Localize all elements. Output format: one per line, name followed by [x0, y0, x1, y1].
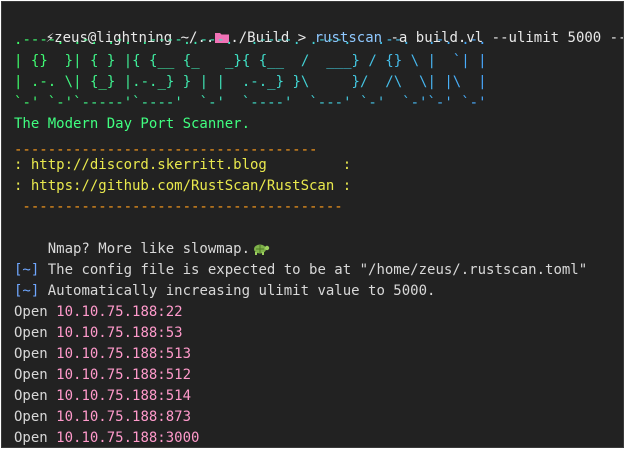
tagline: The Modern Day Port Scanner. [14, 116, 251, 132]
banner-line-2: | {} }| { } |{ {__ {_ _}{ {__ / ___} / {… [14, 53, 487, 69]
open-port-line: Open 10.10.75.188:512 [14, 365, 191, 386]
open-label: Open [14, 346, 57, 362]
open-port-line: Open 10.10.75.188:514 [14, 386, 191, 407]
open-label: Open [14, 430, 57, 446]
terminal-window[interactable]: ⚡zeus@lightning ~/.. ./Build > rustscan -… [1, 1, 624, 448]
open-label: Open [14, 409, 57, 425]
open-port-address: 10.10.75.188:512 [56, 367, 192, 383]
open-port-address: 10.10.75.188:22 [56, 304, 183, 320]
banner-line-1: .----. .-. .-. .----..---. .----. .---. … [14, 32, 487, 48]
open-label: Open [14, 325, 57, 341]
open-port-address: 10.10.75.188:53 [56, 325, 183, 341]
open-label: Open [14, 304, 57, 320]
discord-link-line[interactable]: : http://discord.skerritt.blog : [14, 155, 351, 176]
open-port-address: 10.10.75.188:513 [56, 346, 192, 362]
links-bottom-rule: -------------------------------------- [14, 199, 343, 215]
open-label: Open [14, 367, 57, 383]
open-port-line: Open 10.10.75.188:22 [14, 302, 183, 323]
open-port-address: 10.10.75.188:3000 [56, 430, 200, 446]
info-text: The config file is expected to be at "/h… [39, 262, 588, 278]
info-line-config: [~] The config file is expected to be at… [14, 260, 587, 281]
open-port-line: Open 10.10.75.188:873 [14, 407, 191, 428]
info-line-ulimit: [~] Automatically increasing ulimit valu… [14, 281, 435, 302]
info-tag: [~] [14, 262, 40, 278]
github-link-line[interactable]: : https://github.com/RustScan/RustScan : [14, 176, 351, 197]
joke-text: Nmap? More like slowmap. [47, 241, 251, 257]
joke-line: Nmap? More like slowmap. [14, 218, 270, 257]
open-port-line: Open 10.10.75.188:53 [14, 323, 183, 344]
info-text: Automatically increasing ulimit value to… [39, 283, 436, 299]
open-port-address: 10.10.75.188:514 [56, 388, 192, 404]
banner-line-4: `-' `-'`-----'`----' `-' `----' `---' `-… [14, 95, 487, 111]
open-port-line: Open 10.10.75.188:513 [14, 344, 191, 365]
open-label: Open [14, 388, 57, 404]
prompt-line: ⚡zeus@lightning ~/.. ./Build > rustscan -… [12, 8, 623, 46]
open-port-address: 10.10.75.188:873 [56, 409, 192, 425]
open-port-line: Open 10.10.75.188:3000 [14, 428, 200, 447]
banner-line-3: | .-. \| {_} |.-._} } | | .-._} }\ }/ /\… [14, 74, 487, 90]
info-tag: [~] [14, 283, 40, 299]
